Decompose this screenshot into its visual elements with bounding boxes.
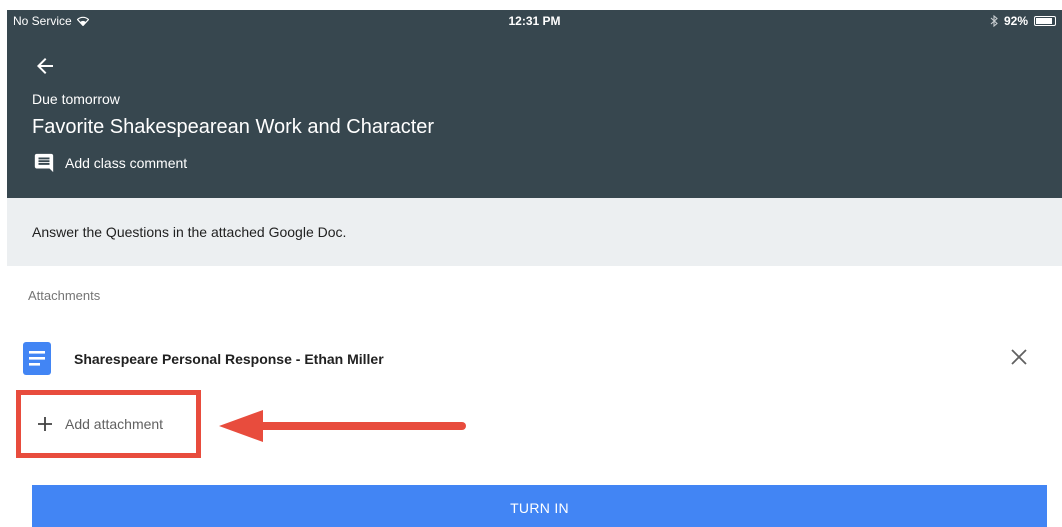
instructions-text: Answer the Questions in the attached Goo… bbox=[32, 224, 347, 240]
instructions-panel: Answer the Questions in the attached Goo… bbox=[7, 198, 1062, 266]
attachment-item[interactable]: Sharespeare Personal Response - Ethan Mi… bbox=[7, 335, 1062, 381]
status-time: 12:31 PM bbox=[508, 14, 561, 28]
attachments-label: Attachments bbox=[28, 288, 101, 303]
bluetooth-icon bbox=[990, 15, 998, 27]
plus-icon bbox=[38, 417, 52, 431]
comment-icon bbox=[34, 153, 54, 173]
add-attachment-label: Add attachment bbox=[65, 416, 164, 432]
turn-in-button[interactable]: TURN IN bbox=[32, 485, 1047, 527]
status-bar: No Service 12:31 PM 92% bbox=[7, 10, 1062, 32]
due-date: Due tomorrow bbox=[32, 91, 120, 107]
add-attachment-button[interactable]: Add attachment bbox=[16, 390, 201, 458]
attachment-name[interactable]: Sharespeare Personal Response - Ethan Mi… bbox=[74, 351, 384, 367]
page-title: Favorite Shakespearean Work and Characte… bbox=[32, 116, 435, 138]
close-icon bbox=[1011, 349, 1027, 365]
add-class-comment-button[interactable]: Add class comment bbox=[33, 152, 187, 174]
add-class-comment-label: Add class comment bbox=[65, 155, 188, 171]
highlight-arrow bbox=[219, 410, 466, 442]
battery-level bbox=[1036, 18, 1053, 24]
battery-icon bbox=[1034, 16, 1056, 26]
google-doc-icon bbox=[23, 342, 51, 375]
back-button[interactable] bbox=[33, 54, 57, 78]
turn-in-label: TURN IN bbox=[510, 499, 569, 516]
remove-attachment-button[interactable] bbox=[1009, 347, 1029, 367]
battery-percent: 92% bbox=[1003, 14, 1028, 28]
status-right: 92% bbox=[990, 14, 1056, 28]
app-frame: No Service 12:31 PM 92% Due tomorrow Fav… bbox=[7, 10, 1062, 527]
arrow-back-icon bbox=[37, 58, 53, 74]
assignment-header: No Service 12:31 PM 92% Due tomorrow Fav… bbox=[7, 10, 1062, 198]
